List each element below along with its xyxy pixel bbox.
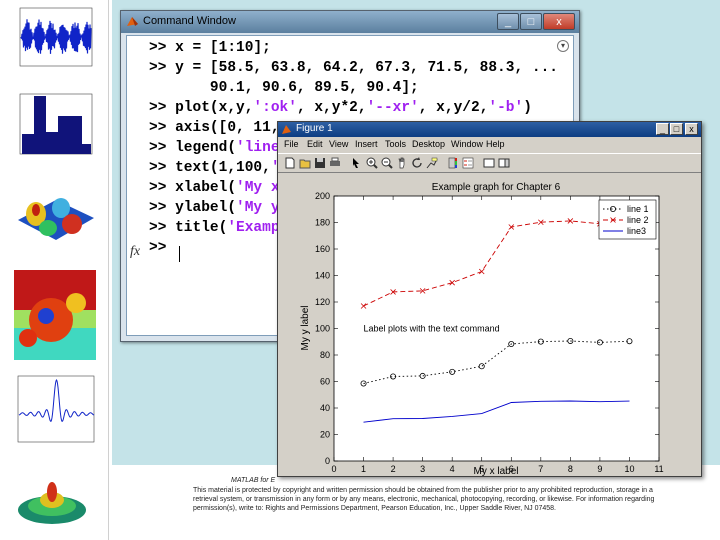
menu-view[interactable]: View	[329, 139, 348, 149]
caption-title: MATLAB for E	[231, 477, 275, 484]
new-file-icon[interactable]	[284, 157, 296, 169]
figure-title: Figure 1	[296, 123, 333, 134]
y-tick-label: 140	[315, 271, 330, 281]
y-tick-label: 180	[315, 218, 330, 228]
x-tick-label: 8	[568, 464, 573, 474]
legend-label: line 2	[627, 215, 649, 225]
options-icon[interactable]: ▾	[557, 40, 569, 52]
menu-insert[interactable]: Insert	[355, 139, 378, 149]
fractal-thumbnail	[6, 268, 98, 366]
command-line: >> legend('line	[149, 140, 280, 156]
zoom-in-icon[interactable]	[366, 157, 378, 169]
chart-title: Example graph for Chapter 6	[432, 182, 561, 193]
legend-label: line 1	[627, 204, 649, 214]
thumbnail-separator	[108, 0, 109, 540]
command-line: >> plot(x,y,':ok', x,y*2,'--xr', x,y/2,'…	[149, 100, 532, 116]
minimize-button[interactable]: _	[656, 123, 669, 135]
x-tick-label: 5	[479, 464, 484, 474]
x-tick-label: 6	[509, 464, 514, 474]
y-tick-label: 40	[320, 403, 330, 413]
y-tick-label: 0	[325, 456, 330, 466]
maximize-button[interactable]: □	[670, 123, 683, 135]
legend-icon[interactable]	[462, 157, 474, 169]
show-plot-icon[interactable]	[498, 157, 510, 169]
menu-edit[interactable]: Edit	[307, 139, 323, 149]
command-line: 90.1, 90.6, 89.5, 90.4];	[149, 80, 419, 96]
caption-line: retrieval system, or transmission in any…	[193, 496, 654, 503]
menu-file[interactable]: File	[284, 139, 299, 149]
text-caret	[179, 246, 180, 262]
legend-label: line3	[627, 226, 646, 236]
figure-toolbar	[278, 153, 701, 173]
x-tick-label: 11	[654, 464, 663, 474]
menu-desktop[interactable]: Desktop	[412, 139, 445, 149]
command-prompt[interactable]: >>	[149, 240, 175, 256]
command-line: >> text(1,100,'	[149, 160, 280, 176]
waveform-thumbnail	[6, 4, 98, 76]
close-button[interactable]: x	[685, 123, 698, 135]
pan-icon[interactable]	[396, 157, 408, 169]
menu-tools[interactable]: Tools	[385, 139, 406, 149]
peak-surface-thumbnail	[6, 462, 98, 534]
command-line: >> title('Exampl	[149, 220, 288, 236]
y-tick-label: 120	[315, 297, 330, 307]
x-tick-label: 7	[538, 464, 543, 474]
command-line: >> axis([0, 11,	[149, 120, 288, 136]
open-folder-icon[interactable]	[299, 157, 311, 169]
hide-plot-icon[interactable]	[483, 157, 495, 169]
zoom-out-icon[interactable]	[381, 157, 393, 169]
datacursor-icon[interactable]	[426, 157, 438, 169]
command-line: >> xlabel('My x	[149, 180, 280, 196]
y-tick-label: 100	[315, 324, 330, 334]
rotate-icon[interactable]	[411, 157, 423, 169]
x-tick-label: 3	[420, 464, 425, 474]
y-axis-label: My y label	[300, 305, 311, 350]
minimize-button[interactable]: _	[497, 13, 519, 30]
surface-thumbnail	[6, 170, 98, 260]
figure-window[interactable]: Figure 1 _ □ x File Edit View Insert Too…	[277, 121, 702, 477]
command-window-titlebar[interactable]: Command Window _ □ x	[121, 11, 579, 33]
print-icon[interactable]	[329, 157, 341, 169]
x-tick-label: 0	[331, 464, 336, 474]
figure-menubar: File Edit View Insert Tools Desktop Wind…	[278, 137, 701, 152]
x-tick-label: 10	[624, 464, 634, 474]
save-icon[interactable]	[314, 157, 326, 169]
menu-window[interactable]: Window	[451, 139, 483, 149]
command-line: >> x = [1:10];	[149, 40, 271, 56]
close-button[interactable]: x	[543, 13, 575, 30]
y-tick-label: 20	[320, 430, 330, 440]
pointer-icon[interactable]	[350, 157, 362, 169]
y-tick-label: 80	[320, 350, 330, 360]
bar-thumbnail	[6, 82, 98, 162]
x-tick-label: 4	[450, 464, 455, 474]
x-tick-label: 9	[597, 464, 602, 474]
matlab-icon	[126, 15, 139, 28]
caption-line: permission(s), write to: Rights and Perm…	[193, 505, 556, 512]
command-window-title: Command Window	[143, 15, 236, 27]
x-tick-label: 2	[391, 464, 396, 474]
y-tick-label: 160	[315, 244, 330, 254]
caption-line: This material is protected by copyright …	[193, 487, 653, 494]
command-line: >> ylabel('My y	[149, 200, 280, 216]
text-annotation: Label plots with the text command	[364, 324, 500, 334]
sinc-thumbnail	[6, 372, 98, 452]
colorbar-icon[interactable]	[447, 157, 459, 169]
legend[interactable]: line 1line 2line3	[599, 200, 656, 239]
x-tick-label: 1	[361, 464, 366, 474]
menu-help[interactable]: Help	[486, 139, 505, 149]
figure-titlebar[interactable]: Figure 1 _ □ x	[278, 122, 701, 137]
y-tick-label: 60	[320, 377, 330, 387]
function-browser-icon[interactable]: fx	[130, 244, 140, 260]
matlab-icon	[281, 124, 292, 135]
y-tick-label: 200	[315, 191, 330, 201]
thumbnail-strip	[0, 0, 104, 540]
command-line: >> y = [58.5, 63.8, 64.2, 67.3, 71.5, 88…	[149, 60, 558, 76]
maximize-button[interactable]: □	[520, 13, 542, 30]
plot-canvas[interactable]: Example graph for Chapter 6 My x label M…	[278, 174, 701, 476]
